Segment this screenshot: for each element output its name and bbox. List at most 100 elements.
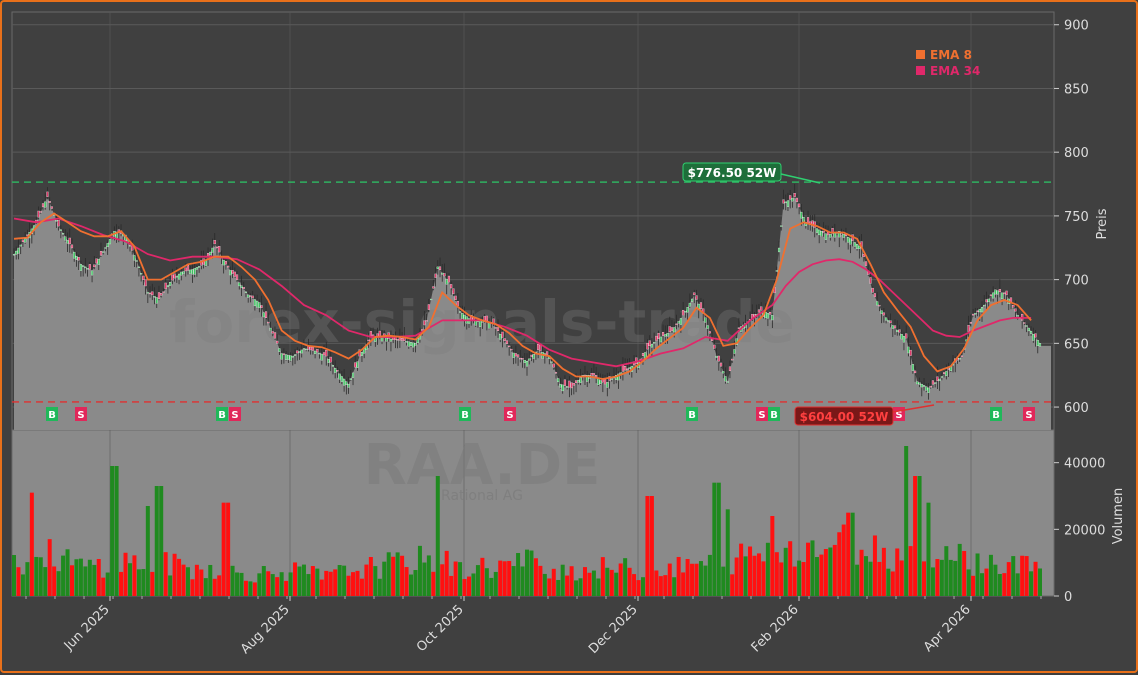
candle-body bbox=[992, 292, 995, 299]
volume-bar bbox=[502, 561, 507, 596]
volume-bar bbox=[975, 553, 980, 596]
volume-bar bbox=[150, 571, 155, 596]
candle-body bbox=[186, 265, 190, 271]
candle-body bbox=[691, 298, 694, 302]
volume-bar bbox=[600, 557, 605, 596]
candle-body bbox=[856, 244, 859, 249]
candle-body bbox=[887, 320, 890, 322]
candle-body bbox=[688, 302, 691, 307]
candle-body bbox=[554, 372, 558, 374]
volume-bar bbox=[43, 567, 48, 596]
candle-body bbox=[858, 245, 861, 249]
candle-body bbox=[39, 211, 42, 213]
candle-body bbox=[445, 278, 448, 285]
candle-body bbox=[521, 358, 524, 360]
candle-body bbox=[695, 295, 698, 300]
volume-bar bbox=[859, 549, 864, 596]
candle-body bbox=[77, 257, 80, 261]
candle-body bbox=[733, 349, 736, 354]
volume-bar bbox=[324, 570, 329, 596]
volume-bar bbox=[364, 564, 369, 596]
candle-body bbox=[822, 230, 825, 233]
company-watermark: Rational AG bbox=[441, 488, 523, 504]
legend-label-ema34: EMA 34 bbox=[930, 64, 980, 78]
candle-body bbox=[311, 347, 314, 351]
candle-body bbox=[256, 300, 259, 308]
candle-body bbox=[978, 309, 981, 313]
volume-bar bbox=[422, 562, 427, 596]
candle-body bbox=[715, 355, 718, 358]
volume-bar bbox=[658, 576, 663, 596]
candle-body bbox=[331, 365, 335, 367]
candle-body bbox=[191, 269, 194, 275]
candle-body bbox=[517, 354, 520, 358]
signal-label: B bbox=[770, 410, 778, 421]
candle-body bbox=[829, 234, 832, 238]
volume-bar bbox=[34, 556, 39, 596]
candle-body bbox=[510, 348, 513, 351]
volume-bar bbox=[748, 546, 753, 596]
candle-body bbox=[557, 378, 560, 383]
candle-body bbox=[198, 266, 201, 268]
volume-bar bbox=[904, 446, 909, 596]
volume-bar bbox=[342, 565, 347, 596]
candle-body bbox=[873, 293, 876, 298]
candle-body bbox=[943, 372, 946, 375]
candle-body bbox=[684, 311, 687, 313]
candle-body bbox=[1003, 292, 1006, 295]
candle-body bbox=[349, 378, 352, 380]
candle-body bbox=[641, 353, 645, 356]
candle-body bbox=[508, 345, 511, 348]
candle-body bbox=[269, 327, 272, 331]
candle-body bbox=[48, 201, 51, 203]
candle-body bbox=[871, 287, 874, 293]
time-tick-label: Feb 2026 bbox=[749, 602, 802, 655]
signal-label: S bbox=[231, 410, 238, 421]
volume-bar bbox=[194, 564, 199, 596]
candle-body bbox=[815, 228, 819, 233]
signal-label: B bbox=[992, 410, 1000, 421]
candle-body bbox=[211, 247, 214, 253]
candle-body bbox=[55, 220, 58, 222]
candle-body bbox=[568, 380, 571, 388]
candle-body bbox=[503, 338, 506, 341]
candle-body bbox=[17, 247, 20, 254]
volume-bar bbox=[105, 572, 110, 596]
candle-body bbox=[791, 197, 794, 202]
volume-bar bbox=[310, 566, 315, 596]
candle-body bbox=[244, 291, 248, 294]
candle-body bbox=[367, 339, 370, 342]
candle-body bbox=[251, 295, 254, 299]
candle-body bbox=[726, 381, 729, 383]
candle-body bbox=[385, 337, 388, 342]
candle-body bbox=[775, 270, 778, 272]
volume-bar bbox=[38, 557, 43, 596]
volume-bar bbox=[712, 482, 717, 596]
volume-bar bbox=[725, 509, 730, 596]
volume-bar bbox=[426, 555, 431, 596]
candle-body bbox=[713, 344, 716, 349]
candle-body bbox=[847, 237, 850, 243]
candle-body bbox=[530, 354, 533, 357]
volume-bar bbox=[163, 552, 168, 596]
candle-body bbox=[182, 271, 185, 274]
candle-body bbox=[793, 193, 796, 197]
volume-bar bbox=[868, 561, 873, 596]
candle-body bbox=[193, 268, 196, 275]
volume-bar bbox=[20, 574, 25, 596]
candle-body bbox=[896, 329, 899, 333]
candle-body bbox=[653, 342, 656, 344]
volume-bar bbox=[609, 569, 614, 596]
candle-body bbox=[512, 352, 515, 358]
signal-label: S bbox=[1025, 410, 1032, 421]
candle-body bbox=[820, 231, 823, 237]
candle-body bbox=[706, 325, 709, 329]
candle-body bbox=[786, 200, 790, 207]
time-tick-label: Oct 2025 bbox=[414, 602, 467, 655]
candle-body bbox=[659, 336, 662, 343]
candle-body bbox=[407, 341, 410, 347]
volume-bar bbox=[591, 570, 596, 596]
candle-body bbox=[189, 269, 192, 274]
volume-bar bbox=[226, 502, 231, 596]
candle-body bbox=[409, 342, 413, 346]
